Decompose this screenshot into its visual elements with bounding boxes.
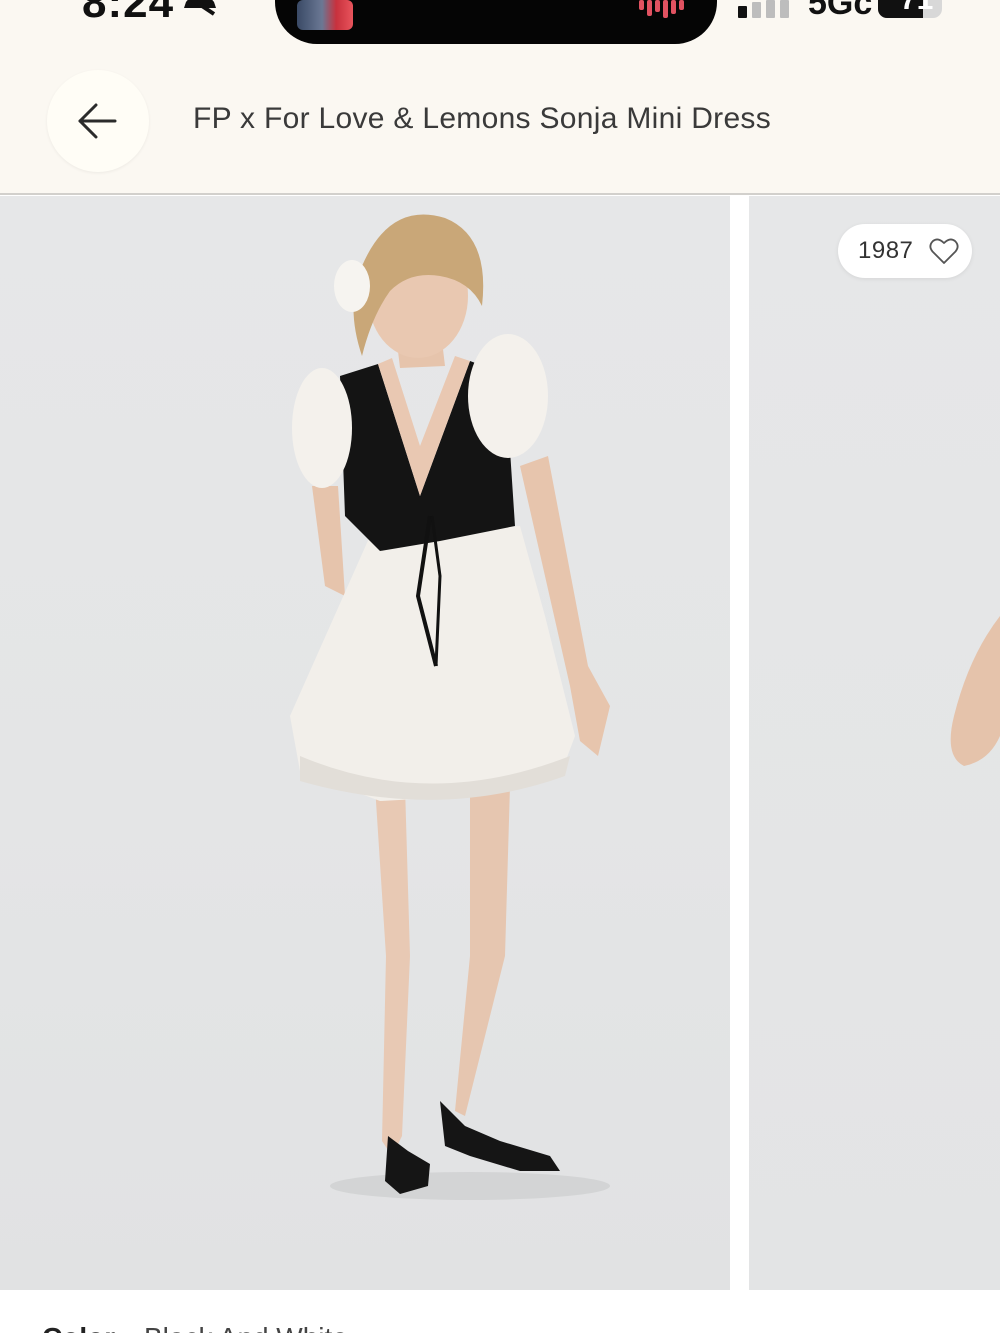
status-time: 8:24 (82, 0, 175, 27)
product-header: FP x For Love & Lemons Sonja Mini Dress (0, 44, 1000, 195)
like-count: 1987 (858, 237, 914, 264)
color-value: Black And White (144, 1322, 348, 1333)
battery-level: 71 (900, 0, 933, 17)
signal-icon (738, 0, 792, 18)
page-title: FP x For Love & Lemons Sonja Mini Dress (193, 102, 772, 135)
network-label: 5Gc (808, 0, 873, 22)
audio-waveform-icon (639, 0, 691, 20)
next-photo-preview-image (950, 616, 1000, 766)
product-image-carousel[interactable]: 1987 (0, 196, 1000, 1290)
color-label: Color: (42, 1322, 124, 1333)
bell-off-icon (184, 0, 216, 16)
arrow-left-icon (78, 103, 117, 139)
product-photo-main[interactable] (0, 196, 730, 1290)
heart-outline-icon (929, 238, 959, 264)
dynamic-island[interactable] (275, 0, 717, 44)
battery-icon: 71 (878, 0, 948, 18)
now-playing-artwork[interactable] (297, 0, 353, 30)
model-wearing-dress-image (290, 214, 610, 1200)
back-button[interactable] (47, 70, 149, 172)
product-photo-next[interactable] (749, 196, 1000, 1290)
status-bar: 8:24 5Gc 71 (0, 0, 1000, 44)
like-button[interactable]: 1987 (838, 224, 972, 278)
color-selector-row: Color: Black And White (0, 1290, 1000, 1333)
